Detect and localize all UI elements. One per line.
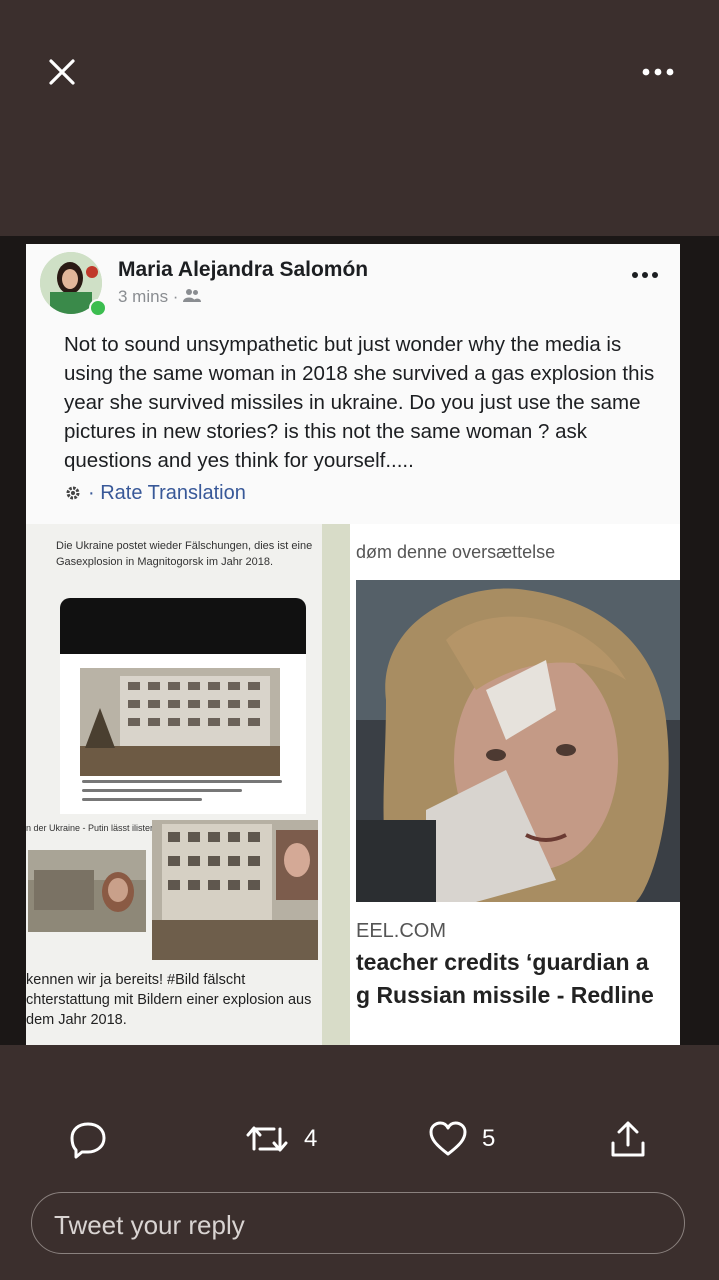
retweet-count: 4 [304, 1125, 318, 1152]
top-bar [0, 0, 719, 140]
heart-icon [429, 1121, 467, 1156]
post-author[interactable]: Maria Alejandra Salomón [118, 258, 368, 282]
redacted-bar [60, 598, 306, 654]
post-more-icon[interactable] [630, 268, 660, 280]
german-caption: Die Ukraine postet wieder Fälschungen, d… [56, 540, 313, 568]
online-status-dot [89, 299, 107, 317]
rate-translation-label: · Rate Translation [88, 482, 246, 504]
tweet-image[interactable]: Maria Alejandra Salomón 3 mins · Not to … [0, 236, 719, 1045]
gear-icon [66, 486, 80, 500]
german-post-screenshot: Die Ukraine postet wieder Fälschungen, d… [26, 524, 322, 1045]
german-bottom-text: kennen wir ja bereits! #Bild fälscht cht… [26, 972, 312, 1028]
news-headline-line-2: g Russian missile - Redline [356, 982, 654, 1008]
retweet-icon [246, 1126, 288, 1152]
like-button[interactable]: 5 [428, 1112, 495, 1166]
injured-woman-photo [356, 580, 680, 902]
post-text: Not to sound unsympathetic but just wond… [64, 333, 655, 472]
close-icon[interactable] [44, 54, 80, 90]
danish-translation-label: døm denne oversættelse [356, 542, 556, 562]
reply-button[interactable] [68, 1112, 108, 1166]
reply-placeholder: Tweet your reply [54, 1210, 245, 1240]
embedded-post [60, 654, 306, 814]
news-post-screenshot: døm denne oversættelse EEL.COM teacher c… [350, 524, 680, 1045]
rate-translation-link[interactable]: · Rate Translation [64, 482, 246, 505]
post-meta: 3 mins · [118, 287, 202, 307]
like-count: 5 [482, 1125, 496, 1152]
collage-photo-right [152, 820, 318, 960]
share-icon [611, 1121, 645, 1157]
news-headline: teacher credits ‘guardian a g Russian mi… [356, 946, 680, 1012]
reply-input[interactable]: Tweet your reply [31, 1192, 685, 1254]
screenshot-card: Maria Alejandra Salomón 3 mins · Not to … [26, 244, 680, 1045]
share-button[interactable] [608, 1112, 648, 1166]
reply-icon [70, 1122, 106, 1159]
post-time: 3 mins · [118, 287, 179, 306]
more-options-icon[interactable] [636, 60, 680, 84]
tweet-actions: 4 5 [0, 1112, 719, 1166]
collage-photo-left [28, 850, 146, 932]
building-photo [80, 668, 280, 776]
retweet-button[interactable]: 4 [244, 1112, 317, 1166]
news-headline-line-1: teacher credits ‘guardian a [356, 949, 649, 975]
friends-icon [183, 287, 202, 306]
facebook-post: Maria Alejandra Salomón 3 mins · Not to … [26, 244, 680, 524]
embedded-text-lines [82, 780, 282, 807]
column-divider [322, 524, 350, 1045]
news-source: EEL.COM [356, 920, 447, 942]
